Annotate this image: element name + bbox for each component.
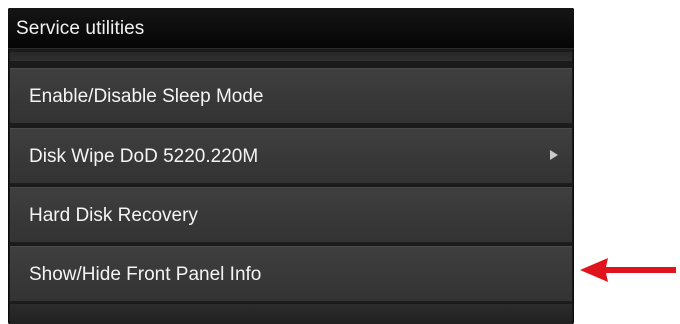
chevron-right-icon — [550, 150, 558, 160]
menu-item-label: Disk Wipe DoD 5220.220M — [29, 146, 259, 167]
menu-item-label: Enable/Disable Sleep Mode — [29, 86, 264, 107]
menu-item-enable-disable-sleep-mode[interactable]: Enable/Disable Sleep Mode — [10, 68, 572, 124]
bottom-divider — [10, 304, 572, 324]
menu-item-show-hide-front-panel-info[interactable]: Show/Hide Front Panel Info — [10, 246, 572, 302]
front-panel: Service utilities Enable/Disable Sleep M… — [8, 8, 574, 324]
menu-item-label: Show/Hide Front Panel Info — [29, 264, 262, 285]
menu-item-label: Hard Disk Recovery — [29, 205, 198, 226]
screen: Service utilities Enable/Disable Sleep M… — [0, 0, 680, 324]
menu-item-disk-wipe[interactable]: Disk Wipe DoD 5220.220M — [10, 128, 572, 184]
menu-item-hard-disk-recovery[interactable]: Hard Disk Recovery — [10, 187, 572, 243]
divider — [10, 52, 572, 61]
title-bar: Service utilities — [8, 8, 574, 49]
page-title: Service utilities — [16, 18, 145, 39]
red-arrow-left-icon — [580, 258, 676, 282]
